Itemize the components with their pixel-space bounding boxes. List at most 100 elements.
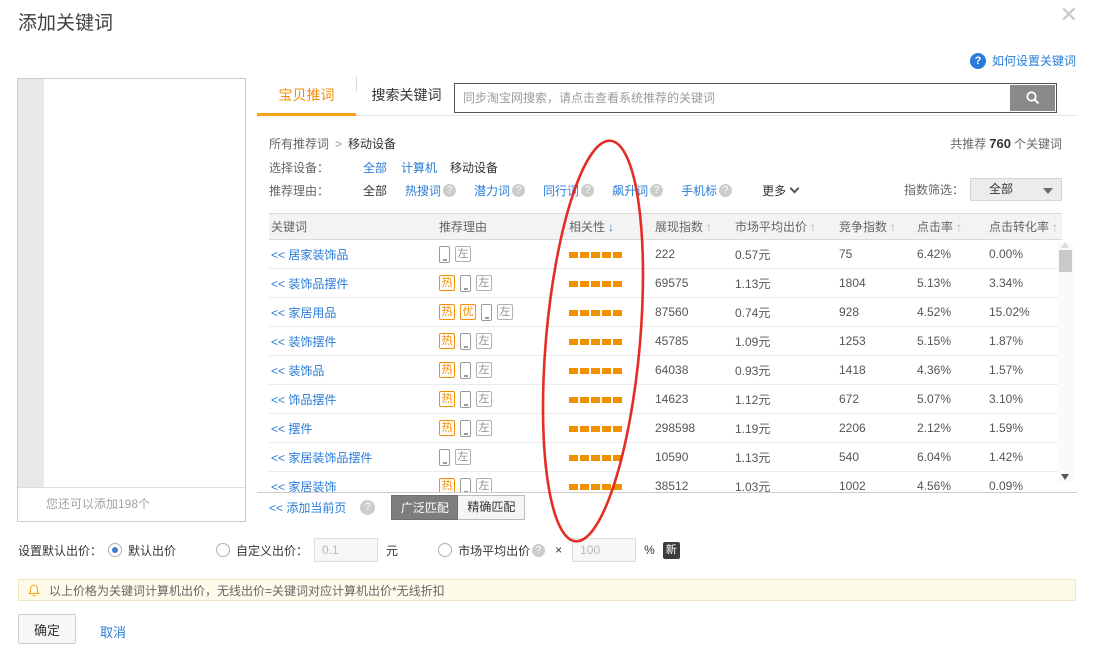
help-icon[interactable]: ? [532,544,545,557]
relevance-bar [580,281,589,287]
tab-product-recommend[interactable]: 宝贝推词 [257,78,356,113]
reason-option-mobile-tag[interactable]: 手机标 [681,182,717,199]
table-footer-bar: << 添加当前页 ? 广泛匹配 精确匹配 [257,492,1077,522]
default-bid-radio[interactable] [108,543,122,557]
help-link[interactable]: ? 如何设置关键词 [970,52,1076,69]
keyword-add-link[interactable]: << 家居用品 [271,306,336,320]
search-input[interactable] [455,84,1010,112]
reason-option-peer[interactable]: 同行词 [543,182,579,199]
ctr-cell: 4.56% [915,479,987,492]
column-header[interactable]: 相关性↓ [567,218,653,235]
keyword-add-link[interactable]: << 饰品摆件 [271,393,336,407]
table-scrollbar[interactable] [1058,242,1073,482]
help-icon[interactable]: ? [581,184,594,197]
relevance-bar [580,426,589,432]
add-keywords-dialog: 添加关键词 ✕ ? 如何设置关键词 您还可以添加198个 宝贝推词搜索关键词 [0,0,1094,667]
warning-banner: 以上价格为关键词计算机出价，无线出价=关键词对应计算机出价*无线折扣 [18,579,1076,601]
column-header[interactable]: 市场平均出价↑ [733,218,837,235]
reason-option-potential[interactable]: 潜力词 [474,182,510,199]
help-icon[interactable]: ? [719,184,732,197]
sort-asc-icon: ↑ [1052,220,1058,234]
device-filter: 选择设备： 全部 计算机 移动设备 [269,159,498,176]
impression-cell: 38512 [653,479,733,492]
relevance-bar [591,484,600,490]
relevance-bars [567,247,653,261]
scroll-down-icon[interactable] [1061,474,1069,480]
column-header[interactable]: 竞争指数↑ [837,218,915,235]
relevance-bars [567,392,653,406]
default-bid-label: 默认出价 [128,542,176,559]
cvr-cell: 3.10% [987,392,1062,406]
cvr-cell: 1.57% [987,363,1062,377]
column-header[interactable]: 点击转化率↑ [987,218,1062,235]
relevance-bar [591,339,600,345]
exact-match-button[interactable]: 精确匹配 [458,495,525,520]
tab-search-keywords[interactable]: 搜索关键词 [357,78,456,113]
phone-badge [460,333,471,350]
relevance-bar [591,310,600,316]
relevance-bar [580,310,589,316]
ctr-cell: 5.07% [915,392,987,406]
scroll-up-icon[interactable] [1061,242,1069,248]
custom-bid-radio[interactable] [216,543,230,557]
table-row: << 摆件热左2985981.19元22062.12%1.59% [269,414,1062,443]
market-bid-radio[interactable] [438,543,452,557]
hot-badge: 热 [439,304,455,320]
ctr-cell: 2.12% [915,421,987,435]
search-button[interactable] [1010,85,1055,111]
table-row: << 饰品摆件热左146231.12元6725.07%3.10% [269,385,1062,414]
reason-option-all[interactable]: 全部 [363,182,387,199]
avg-price-cell: 1.13元 [733,449,837,466]
help-icon[interactable]: ? [360,500,375,515]
more-dropdown[interactable]: 更多 [762,182,798,199]
keyword-add-link[interactable]: << 装饰品摆件 [271,277,348,291]
left-badge: 左 [476,362,492,378]
relevance-bar [613,339,622,345]
competition-cell: 75 [837,247,915,261]
breadcrumb-parent[interactable]: 所有推荐词 [269,135,329,152]
market-percent-input[interactable] [572,538,636,562]
column-header[interactable]: 展现指数↑ [653,218,733,235]
tab-bar: 宝贝推词搜索关键词 [257,78,1077,116]
keyword-add-link[interactable]: << 居家装饰品 [271,248,348,262]
reason-option-surging[interactable]: 飙升词 [612,182,648,199]
help-icon[interactable]: ? [650,184,663,197]
cancel-link[interactable]: 取消 [100,622,126,641]
close-icon[interactable]: ✕ [1060,2,1078,28]
selected-keywords-panel[interactable]: 您还可以添加198个 [17,78,246,522]
summary-suffix: 个关键词 [1014,137,1062,151]
relevance-bar [602,310,611,316]
keyword-add-link[interactable]: << 家居装饰 [271,480,336,493]
keyword-add-link[interactable]: << 装饰品 [271,364,324,378]
reason-badges: 左 [437,449,567,466]
left-badge: 左 [455,246,471,262]
impression-cell: 222 [653,247,733,261]
reason-filter: 推荐理由： 全部 热搜词? 潜力词? 同行词? 飙升词? 手机标? 更多 [269,182,798,199]
relevance-bar [569,426,578,432]
competition-cell: 1418 [837,363,915,377]
phone-badge [439,246,450,263]
reason-badges: 热左 [437,275,567,292]
relevance-bar [602,484,611,490]
column-header: 推荐理由 [437,218,567,235]
broad-match-button[interactable]: 广泛匹配 [391,495,458,520]
scrollbar-thumb[interactable] [1059,250,1072,272]
custom-bid-label: 自定义出价： [236,542,308,559]
keyword-add-link[interactable]: << 摆件 [271,422,312,436]
custom-bid-input[interactable] [314,538,378,562]
help-icon[interactable]: ? [443,184,456,197]
confirm-button[interactable]: 确定 [18,614,76,644]
index-filter-dropdown[interactable]: 全部 [970,178,1062,201]
sort-asc-icon: ↑ [810,220,816,234]
column-header[interactable]: 点击率↑ [915,218,987,235]
device-option-all[interactable]: 全部 [363,159,387,176]
keyword-add-link[interactable]: << 家居装饰品摆件 [271,451,372,465]
device-option-mobile[interactable]: 移动设备 [450,159,498,176]
keyword-add-link[interactable]: << 装饰摆件 [271,335,336,349]
left-badge: 左 [476,275,492,291]
add-current-page-link[interactable]: << 添加当前页 [269,499,346,516]
device-option-pc[interactable]: 计算机 [401,159,437,176]
warning-text: 以上价格为关键词计算机出价，无线出价=关键词对应计算机出价*无线折扣 [49,582,445,599]
help-icon[interactable]: ? [512,184,525,197]
reason-option-hot[interactable]: 热搜词 [405,182,441,199]
